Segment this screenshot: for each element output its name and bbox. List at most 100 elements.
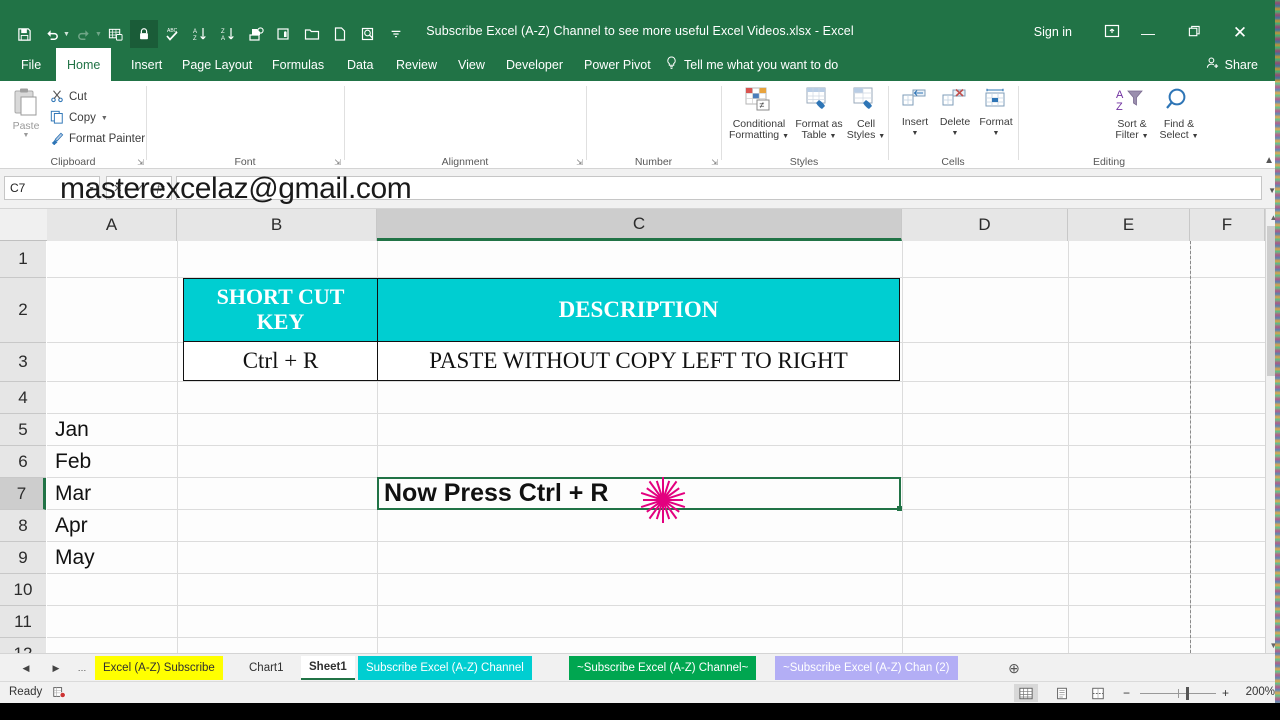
- sheet-tab-sheet1[interactable]: Sheet1: [301, 656, 355, 680]
- copy-icon: [50, 110, 64, 127]
- tab-insert[interactable]: Insert: [120, 48, 173, 81]
- tab-data[interactable]: Data: [336, 48, 384, 81]
- maximize-button[interactable]: [1174, 22, 1214, 44]
- title-bar: ▼ ▼ ABC AZ ZA: [0, 0, 1280, 48]
- column-header-a[interactable]: A: [47, 209, 177, 241]
- share-label: Share: [1225, 58, 1258, 72]
- insert-dropdown-icon[interactable]: ▼: [912, 128, 919, 140]
- cell-a9[interactable]: May: [55, 542, 95, 574]
- fill-handle[interactable]: [897, 506, 902, 511]
- find-select-button[interactable]: Find & Select ▼: [1155, 87, 1203, 143]
- conditional-formatting-button[interactable]: ≠ Conditional Formatting ▼: [726, 87, 792, 143]
- row-header-11[interactable]: 11: [0, 606, 46, 638]
- row-header-6[interactable]: 6: [0, 446, 46, 478]
- clipboard-dialog-launcher[interactable]: ⇲: [137, 158, 144, 167]
- gridline-h: [47, 445, 1265, 446]
- tab-file[interactable]: File: [10, 48, 52, 81]
- active-cell-c7[interactable]: Now Press Ctrl + R: [377, 477, 901, 510]
- normal-view-button[interactable]: [1014, 684, 1038, 702]
- row-header-10[interactable]: 10: [0, 574, 46, 606]
- sheet-tab-chart1[interactable]: Chart1: [241, 656, 292, 680]
- format-as-table-button[interactable]: Format as Table ▼: [794, 87, 844, 143]
- row-header-9[interactable]: 9: [0, 542, 46, 574]
- row-header-1[interactable]: 1: [0, 241, 46, 278]
- cell-b2-shortcut-key-header[interactable]: SHORT CUT KEY: [183, 278, 378, 342]
- tab-formulas[interactable]: Formulas: [261, 48, 335, 81]
- delete-dropdown-icon[interactable]: ▼: [952, 128, 959, 140]
- cell-a6[interactable]: Feb: [55, 446, 91, 478]
- cell-styles-button[interactable]: Cell Styles ▼: [845, 87, 887, 143]
- delete-cells-button[interactable]: Delete ▼: [936, 87, 974, 140]
- format-painter-button[interactable]: Format Painter: [50, 129, 145, 149]
- font-dialog-launcher[interactable]: ⇲: [334, 158, 341, 167]
- copy-button[interactable]: Copy ▼: [50, 108, 108, 128]
- cell-area[interactable]: Jan Feb Mar Apr May SHORT CUT KEY DESCRI…: [47, 241, 1280, 653]
- cut-button[interactable]: Cut: [50, 87, 87, 107]
- scroll-tabs-left-icon[interactable]: ◀: [18, 660, 34, 676]
- excel-window: ▼ ▼ ABC AZ ZA: [0, 0, 1280, 720]
- sort-filter-button[interactable]: AZ Sort & Filter ▼: [1110, 87, 1154, 143]
- zoom-slider-thumb[interactable]: [1186, 687, 1189, 700]
- row-header-12[interactable]: 12: [0, 638, 46, 653]
- sheet-tab-subscribe-excel-az-chan-2[interactable]: ~Subscribe Excel (A-Z) Chan (2): [775, 656, 958, 680]
- row-header-7[interactable]: 7: [0, 478, 46, 510]
- column-header-f[interactable]: F: [1190, 209, 1265, 241]
- zoom-level-label[interactable]: 200%: [1246, 686, 1275, 698]
- number-dialog-launcher[interactable]: ⇲: [711, 158, 718, 167]
- row-header-4[interactable]: 4: [0, 382, 46, 414]
- tab-home[interactable]: Home: [56, 48, 111, 81]
- minimize-button[interactable]: —: [1128, 22, 1168, 44]
- zoom-out-button[interactable]: −: [1123, 686, 1130, 700]
- sort-filter-icon: AZ: [1115, 87, 1149, 117]
- column-header-c[interactable]: C: [377, 209, 902, 241]
- cell-b3-shortcut[interactable]: Ctrl + R: [183, 342, 378, 381]
- insert-cells-button[interactable]: Insert ▼: [896, 87, 934, 140]
- gridline-h: [47, 413, 1265, 414]
- format-dropdown-icon[interactable]: ▼: [993, 128, 1000, 140]
- tab-review[interactable]: Review: [385, 48, 448, 81]
- row-header-3[interactable]: 3: [0, 343, 46, 382]
- tab-developer[interactable]: Developer: [495, 48, 574, 81]
- ribbon-tab-bar: File Home Insert Page Layout Formulas Da…: [0, 48, 1280, 81]
- tell-me-search[interactable]: Tell me what you want to do: [666, 48, 838, 81]
- number-group-label: Number: [587, 156, 720, 168]
- zoom-in-button[interactable]: +: [1222, 686, 1229, 700]
- sheet-tab-subscribe-excel-az-channel[interactable]: Subscribe Excel (A-Z) Channel: [358, 656, 532, 680]
- page-break-preview-button[interactable]: [1086, 684, 1110, 702]
- macro-record-icon[interactable]: [52, 685, 66, 702]
- sign-in-button[interactable]: Sign in: [1034, 25, 1072, 39]
- tab-page-layout[interactable]: Page Layout: [171, 48, 263, 81]
- sheet-tab-subscribe-excel-az-channel-tilde[interactable]: ~Subscribe Excel (A-Z) Channel~: [569, 656, 756, 680]
- row-header-2[interactable]: 2: [0, 278, 46, 343]
- column-header-d[interactable]: D: [902, 209, 1068, 241]
- more-sheets-icon[interactable]: …: [74, 660, 90, 676]
- cell-c3-description[interactable]: PASTE WITHOUT COPY LEFT TO RIGHT: [378, 342, 900, 381]
- row-header-8[interactable]: 8: [0, 510, 46, 542]
- ribbon-display-options-icon[interactable]: [1104, 24, 1120, 41]
- name-box-value: C7: [10, 181, 25, 195]
- tab-power-pivot[interactable]: Power Pivot: [573, 48, 662, 81]
- copy-dropdown-icon[interactable]: ▼: [101, 115, 108, 122]
- shortcut-key-line2: KEY: [257, 310, 305, 335]
- conditional-formatting-label-2: Formatting ▼: [729, 130, 789, 143]
- sheet-tab-excel-az-subscribe[interactable]: Excel (A-Z) Subscribe: [95, 656, 223, 680]
- cell-c2-description-header[interactable]: DESCRIPTION: [378, 278, 900, 342]
- tab-view[interactable]: View: [447, 48, 496, 81]
- paste-dropdown-icon[interactable]: ▼: [23, 132, 30, 139]
- alignment-dialog-launcher[interactable]: ⇲: [576, 158, 583, 167]
- cell-a8[interactable]: Apr: [55, 510, 88, 542]
- paste-button[interactable]: Paste ▼: [6, 87, 46, 149]
- column-header-b[interactable]: B: [177, 209, 377, 241]
- column-header-e[interactable]: E: [1068, 209, 1190, 241]
- scroll-tabs-right-icon[interactable]: ▶: [48, 660, 64, 676]
- close-button[interactable]: ✕: [1220, 22, 1260, 44]
- page-layout-view-button[interactable]: [1050, 684, 1074, 702]
- format-cells-button[interactable]: Format ▼: [976, 87, 1016, 140]
- row-header-5[interactable]: 5: [0, 414, 46, 446]
- cell-a5[interactable]: Jan: [55, 414, 89, 446]
- collapse-ribbon-icon[interactable]: ▲: [1264, 155, 1274, 166]
- share-button[interactable]: Share: [1198, 48, 1266, 81]
- add-sheet-button[interactable]: ⊕: [1004, 658, 1024, 678]
- cell-a7[interactable]: Mar: [55, 478, 91, 510]
- delete-cells-label: Delete: [940, 117, 970, 129]
